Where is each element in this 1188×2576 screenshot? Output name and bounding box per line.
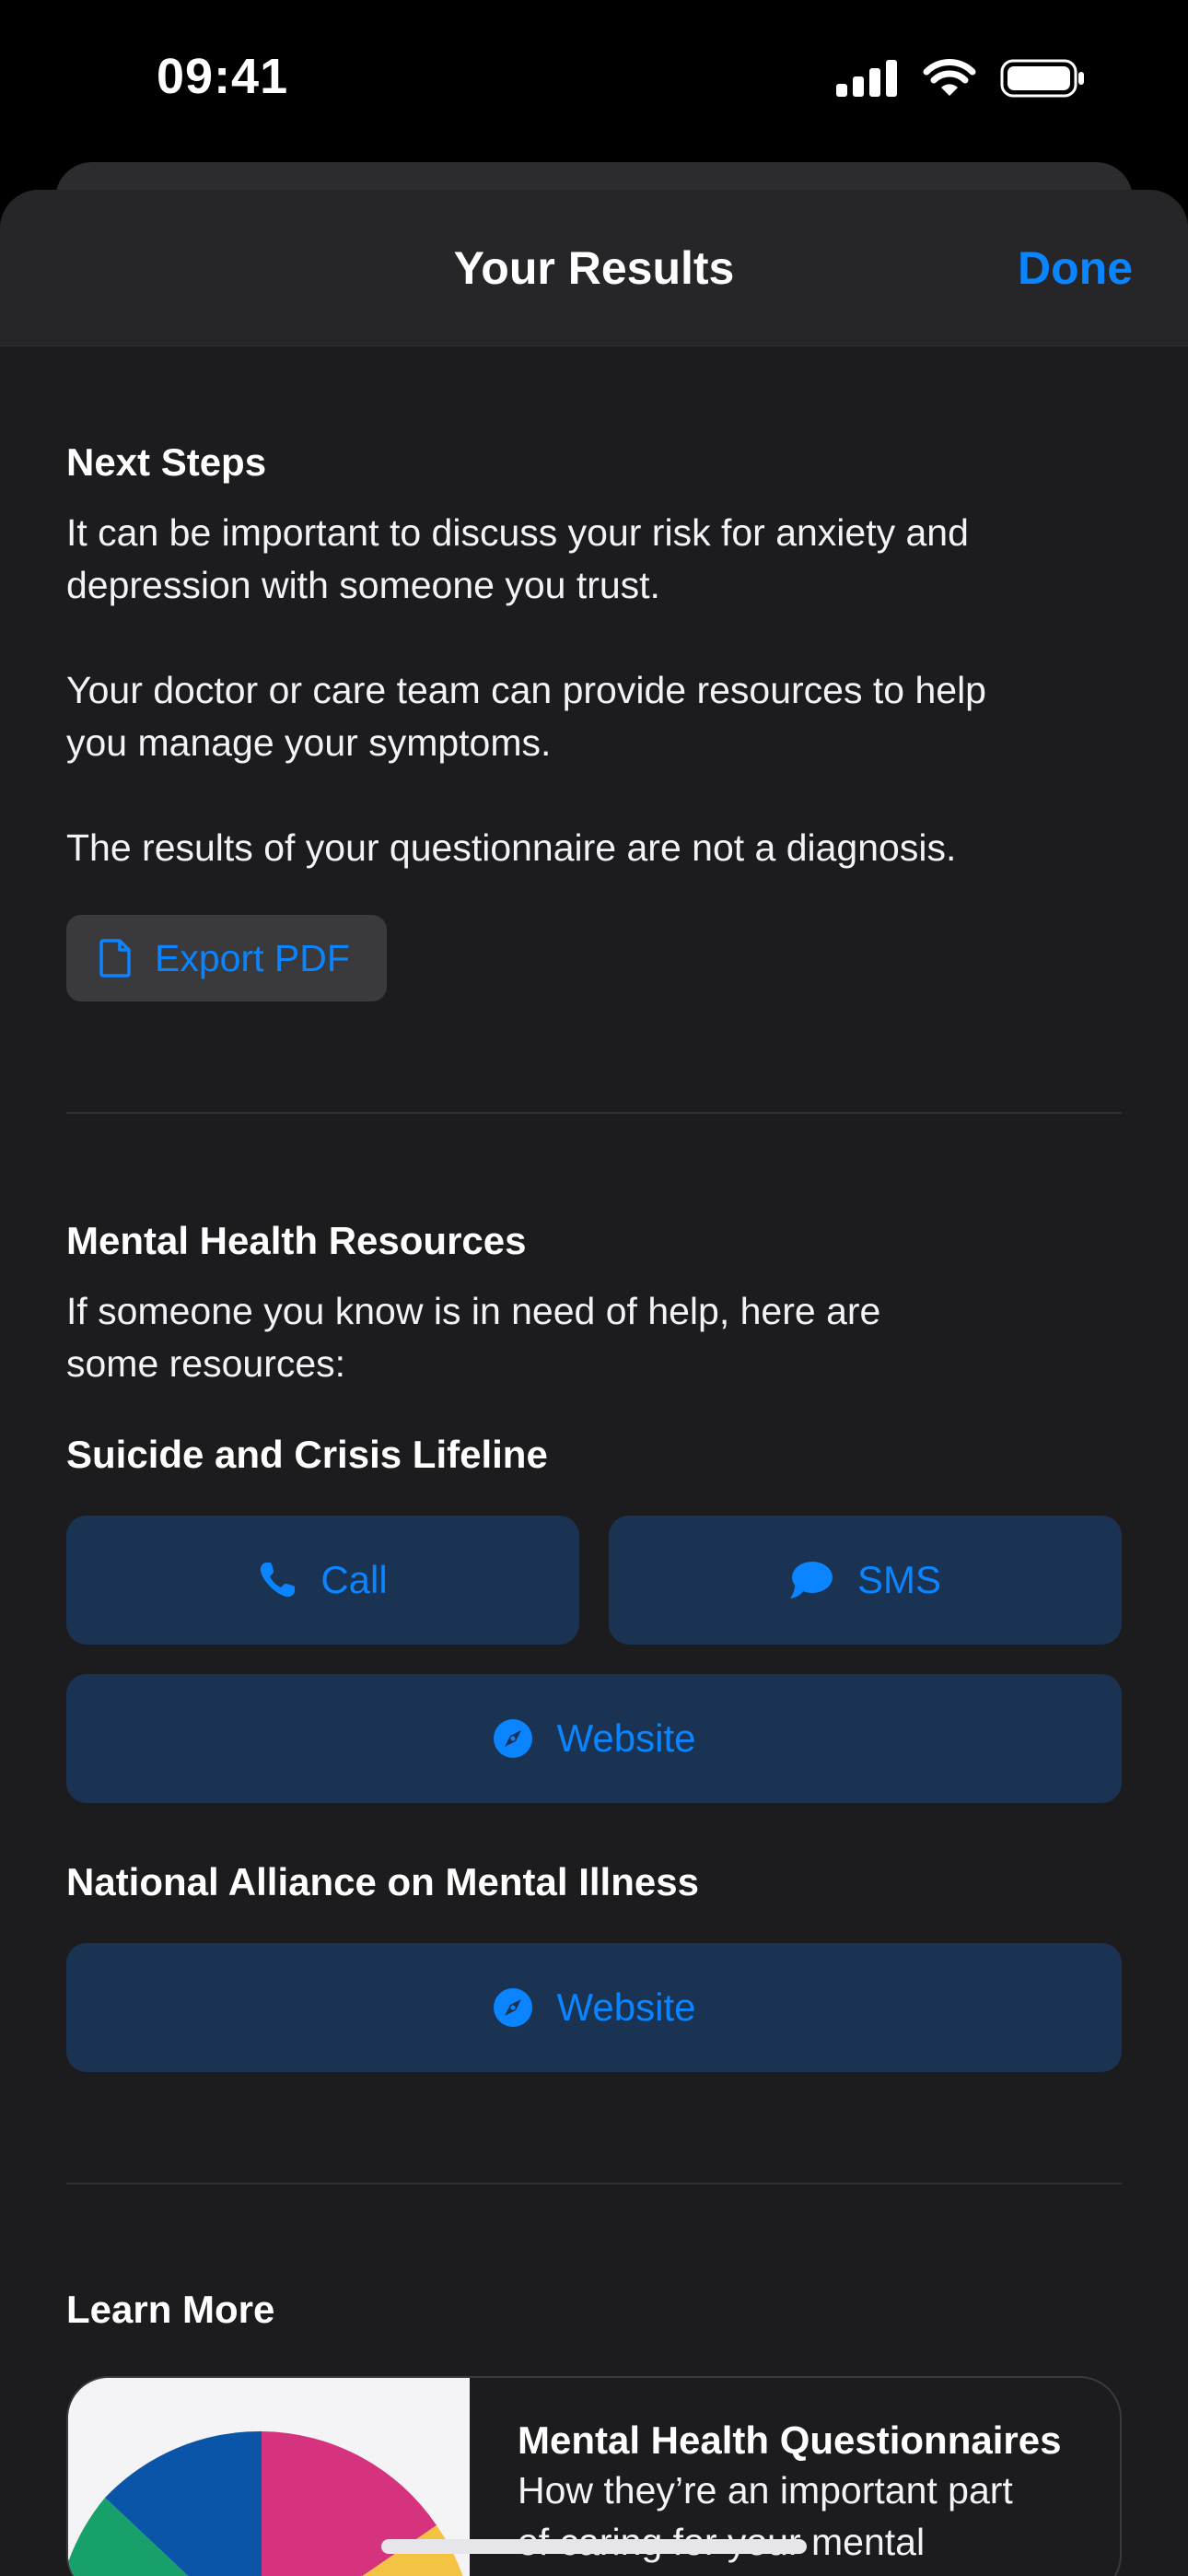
section-divider	[66, 1112, 1122, 1114]
screen: 09:41 Your Results Done Next Steps It ca…	[0, 0, 1188, 2576]
sms-button[interactable]: SMS	[609, 1516, 1122, 1645]
message-bubble-icon	[789, 1562, 833, 1598]
lifeline-actions-row: Call SMS	[66, 1516, 1122, 1645]
text-line: If someone you know is in need of help, …	[66, 1290, 881, 1332]
phone-icon	[261, 1563, 296, 1598]
done-button[interactable]: Done	[1018, 241, 1133, 295]
results-sheet: Your Results Done Next Steps It can be i…	[0, 190, 1188, 2576]
next-steps-heading: Next Steps	[66, 440, 267, 484]
nami-title: National Alliance on Mental Illness	[66, 1860, 699, 1903]
compass-icon	[493, 1988, 532, 2027]
lifeline-website-button[interactable]: Website	[66, 1674, 1122, 1803]
sheet-content: Next Steps It can be important to discus…	[66, 346, 1122, 2576]
article-title: Mental Health Questionnaires	[518, 2418, 1062, 2462]
nami-website-row: Website	[66, 1943, 1122, 2072]
export-pdf-label: Export PDF	[155, 936, 350, 979]
next-steps-paragraph-2: Your doctor or care team can provide res…	[66, 664, 1122, 769]
sms-label: SMS	[856, 1558, 941, 1601]
export-pdf-button[interactable]: Export PDF	[66, 915, 387, 1001]
next-steps-paragraph-1: It can be important to discuss your risk…	[66, 507, 1122, 612]
status-icons	[836, 59, 1085, 98]
next-steps-paragraph-3: The results of your questionnaire are no…	[66, 826, 957, 869]
status-time: 09:41	[157, 49, 289, 104]
nami-website-button[interactable]: Website	[66, 1943, 1122, 2072]
lifeline-website-label: Website	[556, 1716, 696, 1760]
resources-heading: Mental Health Resources	[66, 1219, 527, 1262]
home-indicator[interactable]	[381, 2539, 807, 2554]
text-line: some resources:	[66, 1342, 346, 1385]
document-icon	[99, 939, 131, 978]
navigation-bar: Your Results Done	[0, 190, 1188, 346]
lifeline-website-row: Website	[66, 1674, 1122, 1803]
wifi-icon	[923, 59, 976, 96]
text-line: you manage your symptoms.	[66, 721, 552, 764]
call-label: Call	[320, 1558, 388, 1601]
nav-title: Your Results	[453, 242, 735, 294]
text-line: How they’re an important part	[518, 2469, 1013, 2512]
call-button[interactable]: Call	[66, 1516, 579, 1645]
lifeline-title: Suicide and Crisis Lifeline	[66, 1433, 548, 1476]
section-divider	[66, 2183, 1122, 2184]
nami-website-label: Website	[556, 1985, 696, 2029]
text-line: depression with someone you trust.	[66, 564, 660, 606]
compass-icon	[493, 1719, 532, 1758]
status-bar: 09:41	[0, 0, 1188, 157]
resources-intro: If someone you know is in need of help, …	[66, 1285, 1122, 1390]
text-line: Your doctor or care team can provide res…	[66, 669, 986, 711]
battery-icon	[1000, 59, 1084, 98]
text-line: It can be important to discuss your risk…	[66, 511, 969, 554]
learn-more-heading: Learn More	[66, 2288, 275, 2331]
cellular-signal-icon	[836, 60, 897, 97]
